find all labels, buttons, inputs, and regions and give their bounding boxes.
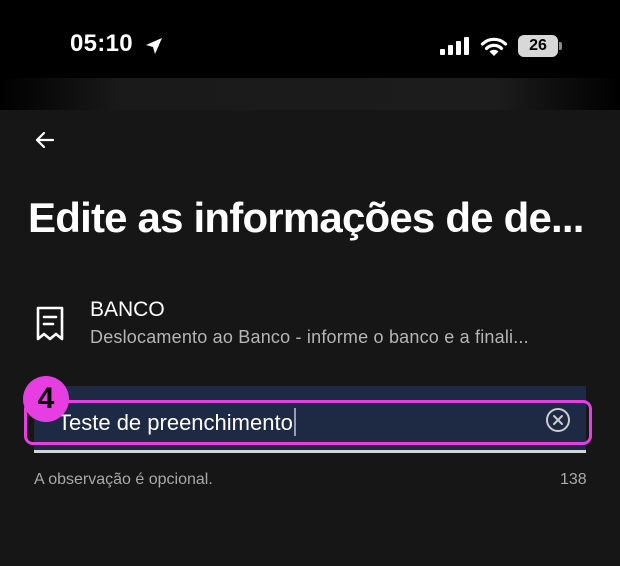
category-description: Deslocamento ao Banco - informe o banco …	[90, 327, 529, 347]
page-title: Edite as informações de de...	[28, 194, 584, 241]
status-time: 05:10	[70, 30, 133, 57]
cellular-signal-icon	[440, 37, 469, 55]
status-bar: 05:10 26	[0, 0, 620, 78]
receipt-icon	[36, 306, 64, 341]
location-arrow-icon	[146, 38, 162, 54]
character-counter: 138	[560, 471, 587, 488]
wifi-icon	[480, 37, 508, 56]
annotation-step-badge: 4	[23, 376, 69, 422]
arrow-left-icon[interactable]	[30, 125, 60, 155]
battery-level: 26	[518, 35, 558, 57]
note-input-underline	[34, 450, 586, 453]
category-name: BANCO	[90, 298, 165, 321]
annotation-highlight-box	[24, 400, 592, 445]
battery-icon: 26	[518, 35, 562, 57]
battery-tip	[559, 42, 562, 50]
background-band	[0, 78, 620, 110]
input-helper-text: A observação é opcional.	[34, 471, 213, 488]
